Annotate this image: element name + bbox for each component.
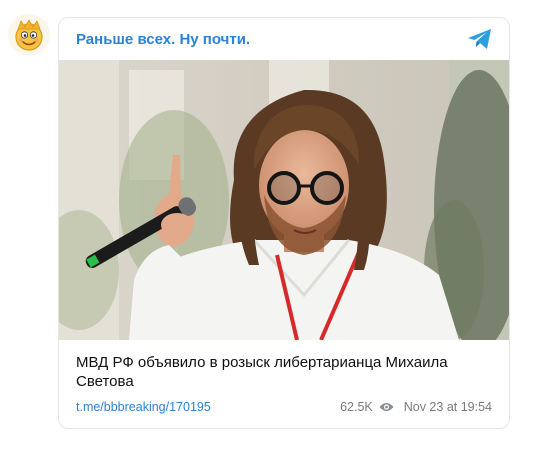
post-header: Раньше всех. Ну почти. (59, 18, 509, 60)
post-date[interactable]: Nov 23 at 19:54 (404, 400, 492, 414)
telegram-embed: Раньше всех. Ну почти. МВД РФ объявило в… (0, 0, 539, 449)
post-text: МВД РФ объявило в розыск либертарианца М… (76, 354, 448, 390)
post-image[interactable] (59, 60, 509, 340)
post-meta: 62.5K Nov 23 at 19:54 (340, 400, 492, 414)
views-count: 62.5K (340, 400, 373, 414)
telegram-icon[interactable] (467, 28, 493, 50)
cartoon-face-icon (15, 19, 43, 51)
post-link[interactable]: t.me/bbbreaking/170195 (76, 400, 211, 414)
channel-name[interactable]: Раньше всех. Ну почти. (76, 31, 250, 48)
channel-avatar[interactable] (8, 14, 50, 56)
eye-icon (379, 403, 394, 411)
post-card: Раньше всех. Ну почти. МВД РФ объявило в… (58, 17, 510, 429)
post-footer: t.me/bbbreaking/170195 62.5K Nov 23 at 1… (59, 400, 509, 418)
